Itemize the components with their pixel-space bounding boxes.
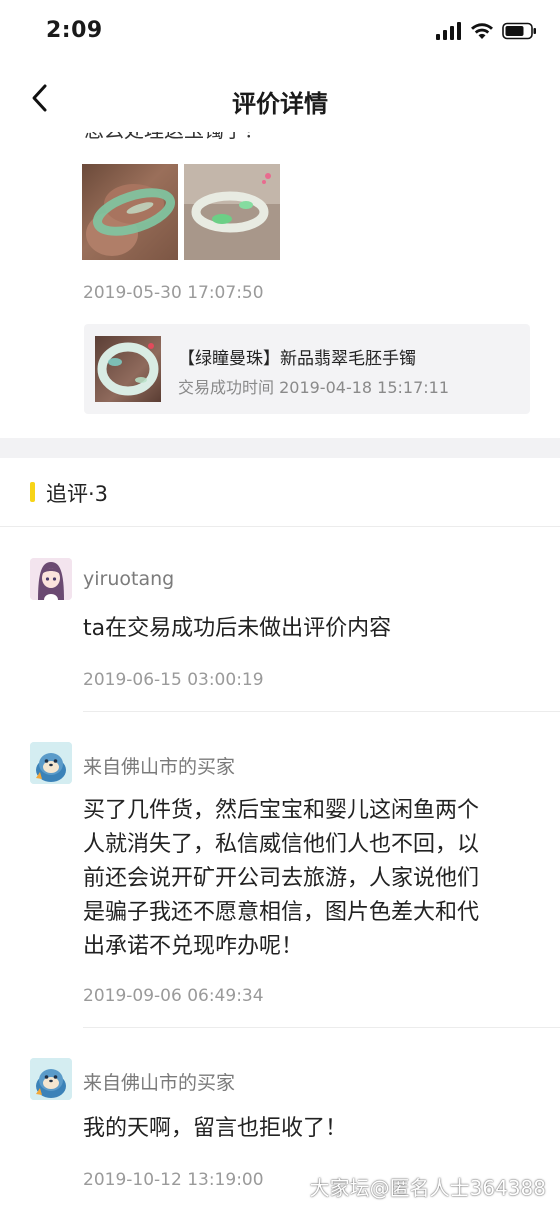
navigation-bar: 评价详情 (0, 66, 560, 132)
seal-avatar-icon (30, 742, 72, 784)
followup-date: 2019-10-12 13:19:00 (83, 1170, 264, 1190)
battery-icon (502, 22, 536, 40)
avatar[interactable] (30, 1058, 72, 1100)
accent-bar (30, 482, 35, 502)
trade-success-time: 交易成功时间 2019-04-18 15:17:11 (178, 378, 450, 397)
watermark: 大家坛@匿名人士364388 (309, 1176, 546, 1200)
followup-username[interactable]: 来自佛山市的买家 (83, 1068, 235, 1095)
review-photo-hand[interactable] (82, 164, 178, 260)
anime-girl-avatar-icon (30, 558, 72, 600)
avatar[interactable] (30, 558, 72, 600)
followup-username[interactable]: 来自佛山市的买家 (83, 752, 235, 779)
status-time: 2:09 (46, 18, 103, 43)
followup-text: 买了几件货，然后宝宝和婴儿这闲鱼两个 人就消失了，私信威信他们人也不回，以 前还… (83, 794, 523, 964)
followup-date: 2019-06-15 03:00:19 (83, 670, 264, 690)
followup-date: 2019-09-06 06:49:34 (83, 986, 264, 1006)
product-card[interactable]: 【绿瞳曼珠】新品翡翠毛胚手镯 交易成功时间 2019-04-18 15:17:1… (84, 324, 530, 414)
followup-title: 追评·3 (46, 482, 109, 506)
followup-text-line: 是骗子我还不愿意相信，图片色差大和代 (83, 900, 480, 925)
product-name: 【绿瞳曼珠】新品翡翠毛胚手镯 (178, 349, 416, 369)
seal-avatar-icon (30, 1058, 72, 1100)
jade-bangle-thumbnail-image (97, 342, 159, 396)
section-divider (0, 438, 560, 458)
jade-bangle-on-table-image (184, 164, 280, 260)
status-icons (436, 22, 538, 40)
followup-username[interactable]: yiruotang (83, 568, 174, 590)
followup-text-line: 买了几件货，然后宝宝和婴儿这闲鱼两个 (83, 798, 480, 823)
followup-header: 追评·3 (0, 458, 560, 527)
divider (83, 1027, 560, 1028)
followup-text-line: 人就消失了，私信威信他们人也不回，以 (83, 832, 480, 857)
followup-text: 我的天啊，留言也拒收了！ (83, 1116, 348, 1141)
review-text-partial: 怎么处理这玉镯子？ (84, 132, 264, 143)
review-detail-content: 怎么处理这玉镯子？ 2019-05-30 17:07:50 (0, 132, 560, 1213)
jade-bangle-on-hand-image (86, 184, 175, 256)
product-thumbnail (95, 336, 161, 402)
review-photo-table[interactable] (184, 164, 280, 260)
status-bar: 2:09 (0, 0, 560, 66)
review-date: 2019-05-30 17:07:50 (83, 283, 264, 303)
page-title: 评价详情 (232, 90, 328, 118)
followup-text-line: 前还会说开矿开公司去旅游，人家说他们 (83, 866, 480, 891)
divider (83, 711, 560, 712)
followup-text-line: 出承诺不兑现咋办呢！ (83, 934, 304, 959)
avatar[interactable] (30, 742, 72, 784)
signal-icon (436, 22, 461, 40)
followup-text: ta在交易成功后未做出评价内容 (83, 616, 392, 641)
wifi-icon (471, 23, 493, 39)
